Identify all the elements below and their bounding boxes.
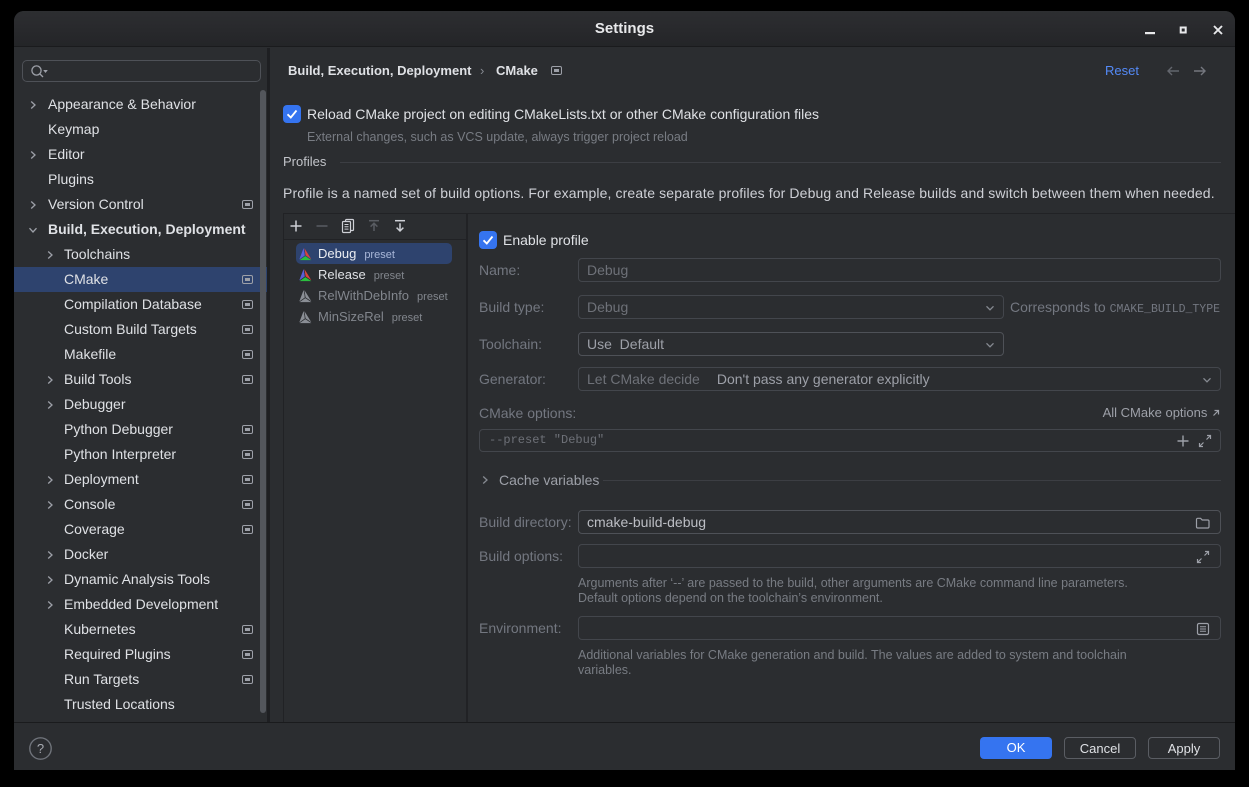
svg-text:?: ? [37,741,44,756]
